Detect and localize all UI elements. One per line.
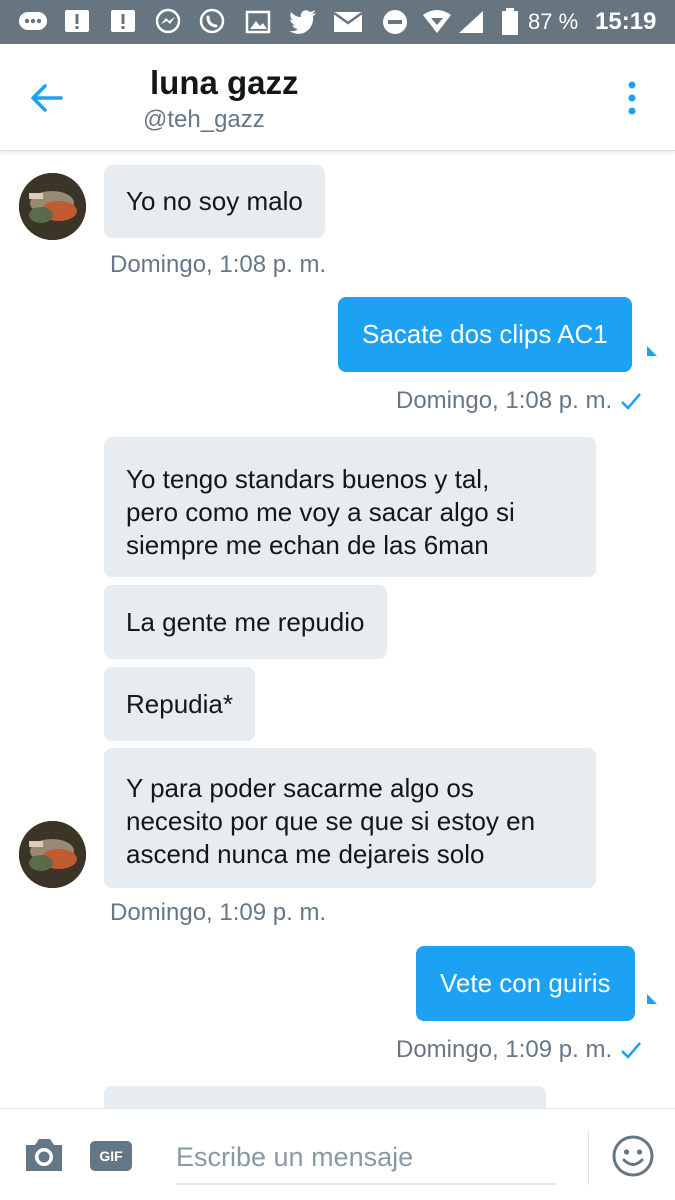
- message-timestamp: Domingo, 1:09 p. m.: [110, 899, 327, 926]
- message-line: pero como me voy a sacar algo si: [126, 497, 515, 527]
- composer-divider: [588, 1131, 589, 1185]
- whatsapp-icon: [197, 8, 227, 36]
- camera-button[interactable]: [22, 1135, 66, 1175]
- battery-percentage: 87 %: [528, 9, 579, 34]
- avatar[interactable]: [19, 173, 86, 240]
- message-line: necesito por que se que si estoy en: [126, 806, 536, 836]
- gif-button[interactable]: GIF: [90, 1141, 132, 1171]
- message-timestamp: Domingo, 1:08 p. m.: [110, 251, 327, 278]
- battery-icon: [495, 8, 525, 36]
- check-icon: [621, 393, 641, 410]
- message-input[interactable]: [176, 1131, 556, 1185]
- clock: 15:19: [595, 8, 657, 35]
- check-icon: [621, 1042, 641, 1059]
- more-vertical-icon: [628, 81, 636, 115]
- message-text: Vete con guiris: [440, 968, 611, 998]
- messenger-icon: [153, 8, 183, 36]
- message-text: Repudia*: [126, 688, 233, 719]
- message-line: siempre me echan de las 6man: [126, 530, 489, 560]
- message-line: Yo tengo standars buenos y tal,: [126, 464, 490, 494]
- conversation-header: luna gazz @teh_gazz: [0, 44, 675, 151]
- message-bubble-incoming: Y para poder sacarme algo os necesito po…: [104, 748, 596, 888]
- message-line: Y para poder sacarme algo os: [126, 773, 474, 803]
- message-text: Yo no soy malo: [126, 186, 303, 216]
- emoji-icon: [612, 1135, 654, 1177]
- signal-icon: [456, 8, 486, 36]
- bubble-tail: [647, 346, 657, 356]
- alert-icon: [62, 8, 92, 36]
- message-bubble-incoming: Yo no soy malo: [104, 165, 325, 238]
- message-timestamp: Domingo, 1:08 p. m.: [396, 387, 613, 414]
- message-line: ascend nunca me dejareis solo: [126, 839, 485, 869]
- message-timestamp: Domingo, 1:09 p. m.: [396, 1036, 613, 1063]
- mail-icon: [333, 8, 363, 36]
- twitter-icon: [288, 8, 318, 36]
- camera-icon: [26, 1139, 62, 1171]
- wifi-icon: [422, 8, 452, 36]
- overflow-menu-button[interactable]: [612, 74, 652, 122]
- message-bubble-outgoing: Vete con guiris: [416, 946, 635, 1021]
- emoji-button[interactable]: [610, 1133, 656, 1179]
- message-bubble-incoming: La gente me repudio: [104, 585, 387, 659]
- message-text: La gente me repudio: [126, 606, 365, 637]
- conversation-title: luna gazz: [150, 64, 299, 101]
- message-bubble-outgoing: Sacate dos clips AC1: [338, 297, 632, 372]
- bubble-tail: [647, 994, 657, 1004]
- message-bubble-incoming: Repudia*: [104, 667, 255, 741]
- back-arrow-icon: [31, 84, 63, 112]
- message-text: Sacate dos clips AC1: [362, 319, 608, 349]
- dnd-icon: [380, 8, 410, 36]
- conversation-handle: @teh_gazz: [143, 106, 265, 133]
- avatar[interactable]: [19, 821, 86, 888]
- alert-icon: [108, 8, 138, 36]
- back-button[interactable]: [22, 74, 70, 122]
- message-bubble-incoming: Yo tengo standars buenos y tal, pero com…: [104, 437, 596, 577]
- status-bar: 87 % 15:19: [0, 0, 675, 44]
- message-composer: GIF: [0, 1108, 675, 1200]
- message-dots-icon: [18, 8, 48, 36]
- gallery-icon: [243, 8, 273, 36]
